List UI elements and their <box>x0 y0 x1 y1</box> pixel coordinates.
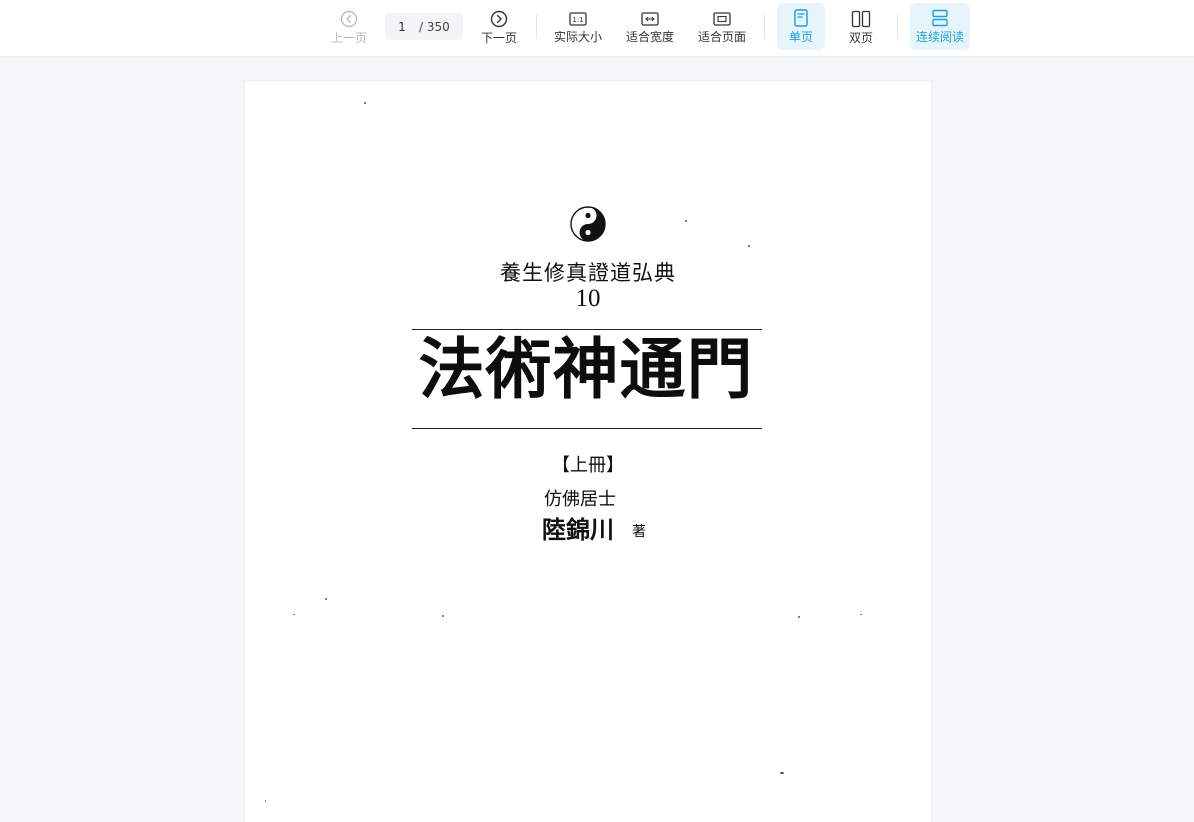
scan-speck <box>293 614 295 615</box>
document-viewer[interactable]: 養生修真證道弘典 10 法術神通門 【上冊】 仿佛居士 陸錦川 著 <box>0 56 1194 822</box>
scan-speck <box>364 102 366 104</box>
continuous-reading-button[interactable]: 连续阅读 <box>910 3 970 50</box>
double-page-label: 双页 <box>848 30 873 45</box>
scan-speck <box>798 616 800 618</box>
fit-width-icon <box>641 11 659 26</box>
reader-toolbar: 上一页 / 350 下一页 1:1 实际大小 适合宽度 适合页面 <box>0 0 1194 56</box>
series-title: 養生修真證道弘典 <box>500 261 676 285</box>
prev-page-button[interactable]: 上一页 <box>327 5 371 49</box>
fit-page-icon <box>713 11 731 26</box>
next-page-label: 下一页 <box>480 30 517 45</box>
scan-speck <box>265 800 266 802</box>
fit-width-label: 适合宽度 <box>625 29 674 44</box>
next-page-button[interactable]: 下一页 <box>477 5 521 49</box>
continuous-reading-label: 连续阅读 <box>915 30 964 44</box>
single-page-label: 单页 <box>788 30 813 44</box>
scan-speck <box>442 615 444 617</box>
series-number: 10 <box>575 285 601 312</box>
double-page-button[interactable]: 双页 <box>837 5 885 49</box>
chevron-left-circle-icon <box>340 10 358 27</box>
page-total: / 350 <box>419 19 450 34</box>
continuous-reading-icon <box>932 9 948 27</box>
fit-width-button[interactable]: 适合宽度 <box>622 5 678 49</box>
svg-text:1:1: 1:1 <box>572 16 583 24</box>
author-name: 陸錦川 <box>542 516 614 544</box>
page-number-box: / 350 <box>385 13 463 40</box>
double-page-icon <box>851 10 871 27</box>
page-number-input[interactable] <box>385 19 419 34</box>
book-title: 法術神通門 <box>418 330 754 408</box>
actual-size-button[interactable]: 1:1 实际大小 <box>550 5 606 49</box>
toolbar-divider <box>536 14 537 38</box>
actual-size-icon: 1:1 <box>569 11 587 26</box>
document-page: 養生修真證道弘典 10 法術神通門 【上冊】 仿佛居士 陸錦川 著 <box>244 80 932 822</box>
fit-page-label: 适合页面 <box>697 29 746 44</box>
single-page-button[interactable]: 单页 <box>777 3 825 50</box>
prev-page-label: 上一页 <box>330 30 367 45</box>
author-role: 著 <box>632 524 646 540</box>
toolbar-divider <box>764 14 765 38</box>
fit-page-button[interactable]: 适合页面 <box>694 5 750 49</box>
scan-speck <box>685 220 687 222</box>
toolbar-divider <box>897 14 898 38</box>
scan-speck <box>860 614 862 615</box>
title-rule-bottom <box>412 428 762 429</box>
taiji-logo-icon <box>570 206 606 242</box>
scan-speck <box>748 245 750 247</box>
scan-speck <box>780 772 784 774</box>
actual-size-label: 实际大小 <box>553 29 602 44</box>
author-prefix: 仿佛居士 <box>544 489 616 510</box>
chevron-right-circle-icon <box>490 10 508 27</box>
volume-label: 【上冊】 <box>552 455 624 476</box>
single-page-icon <box>794 9 808 27</box>
scan-speck <box>325 598 327 600</box>
